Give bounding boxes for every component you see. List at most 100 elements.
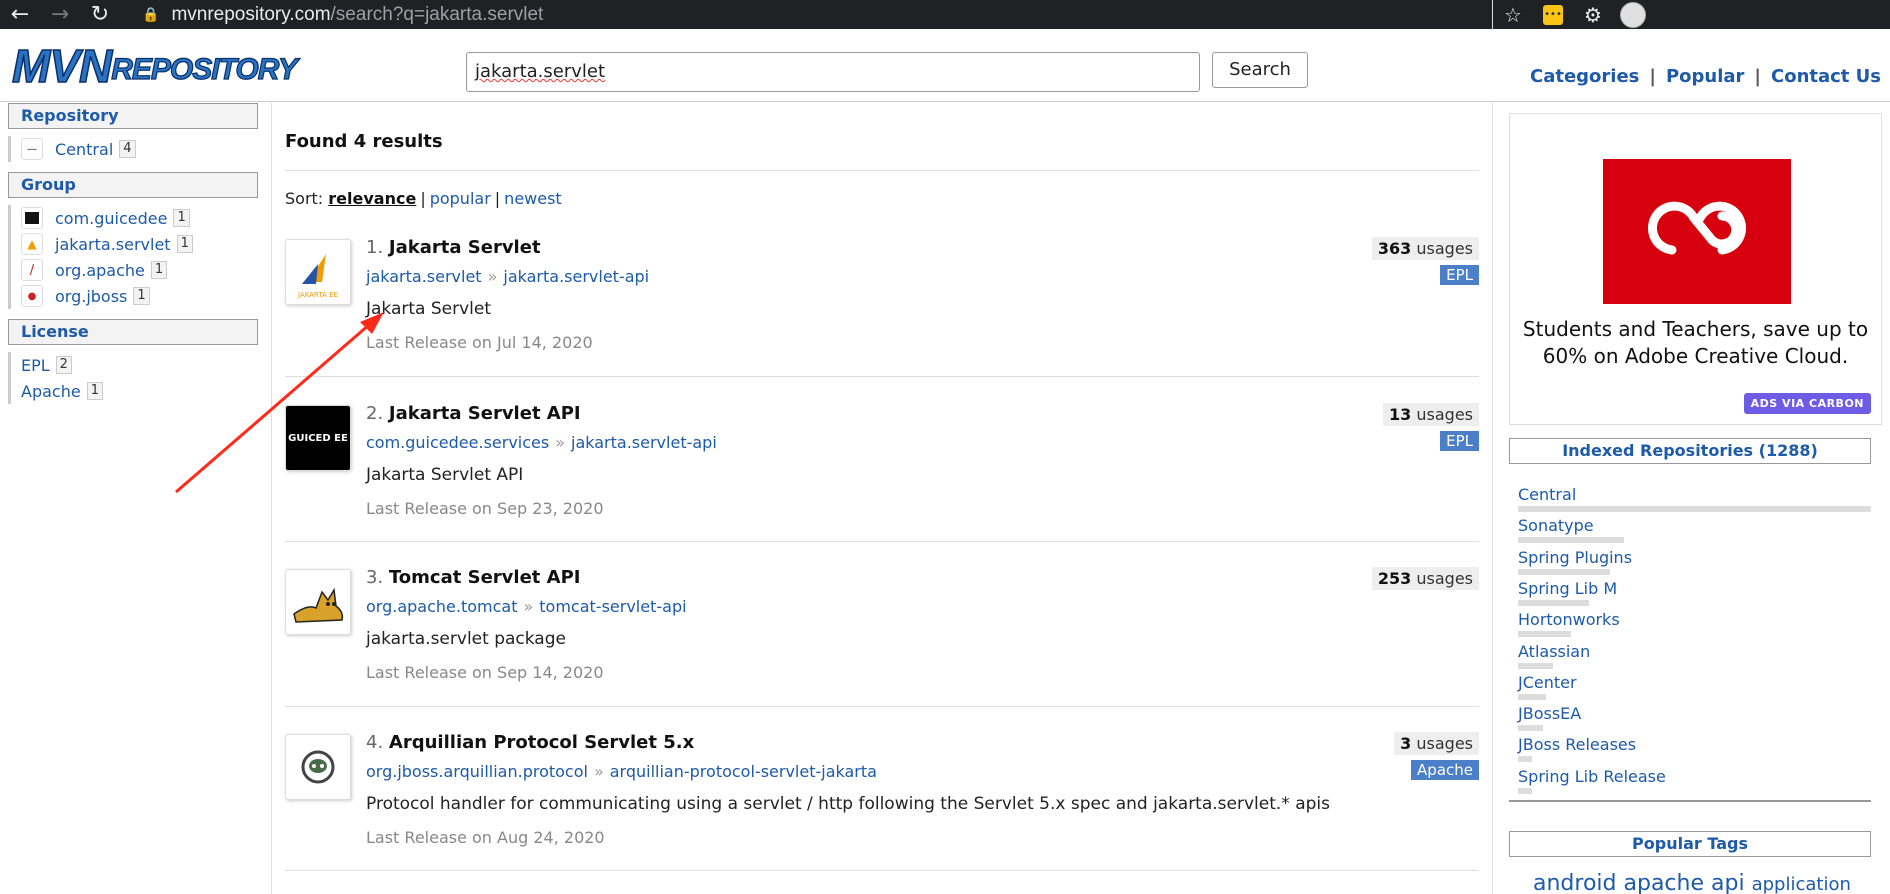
result-name: Tomcat Servlet API bbox=[388, 567, 581, 588]
facet-item-org-jboss[interactable]: ● org.jboss 1 bbox=[8, 283, 150, 309]
nav-sep: | bbox=[1754, 66, 1761, 87]
facet-label: com.guicedee bbox=[55, 208, 168, 228]
result-artifact-link[interactable]: tomcat-servlet-api bbox=[539, 597, 686, 616]
extension-yellow-icon[interactable]: ••• bbox=[1533, 0, 1573, 29]
result-name: Arquillian Protocol Servlet 5.x bbox=[388, 732, 695, 753]
search-results: Found 4 results Sort: relevance | popular |… bbox=[285, 103, 1480, 894]
repository-item: JBoss Releases bbox=[1518, 735, 1871, 763]
results-count-heading: Found 4 results bbox=[285, 131, 443, 152]
usages-badge[interactable]: 363 usages bbox=[1371, 237, 1479, 260]
search-button[interactable]: Search bbox=[1212, 52, 1308, 88]
license-badge: EPL bbox=[1440, 265, 1479, 285]
repository-size-bar bbox=[1518, 631, 1571, 638]
address-bar[interactable]: 🔒 mvnrepository.com/search?q=jakarta.ser… bbox=[142, 0, 543, 29]
divider bbox=[1509, 800, 1871, 802]
adobe-creative-cloud-logo bbox=[1603, 159, 1791, 304]
indexed-repositories-title[interactable]: Indexed Repositories (1288) bbox=[1509, 438, 1871, 464]
result-coordinates: org.jboss.arquillian.protocol » arquillian… bbox=[366, 762, 877, 781]
usages-badge[interactable]: 13 usages bbox=[1383, 403, 1479, 426]
result-artifact-link[interactable]: jakarta.servlet-api bbox=[571, 433, 717, 452]
puzzle-icon[interactable]: ⚙ bbox=[1573, 0, 1613, 29]
repository-link[interactable]: JBoss Releases bbox=[1518, 735, 1871, 755]
result-name: Jakarta Servlet API bbox=[388, 403, 581, 424]
result-release: Last Release on Sep 14, 2020 bbox=[366, 663, 604, 682]
jakarta-ee-logo[interactable]: JAKARTA EE bbox=[285, 239, 351, 305]
nav-popular[interactable]: Popular bbox=[1666, 66, 1744, 87]
guiced-ee-logo[interactable]: GUICED EE bbox=[285, 405, 351, 471]
result-description: Jakarta Servlet bbox=[366, 299, 492, 319]
repository-link[interactable]: Spring Lib Release bbox=[1518, 767, 1871, 787]
arquillian-logo[interactable] bbox=[285, 734, 351, 800]
result-number: 4. bbox=[366, 732, 384, 753]
tag-android[interactable]: android bbox=[1533, 871, 1617, 894]
result-group-link[interactable]: com.guicedee.services bbox=[366, 433, 549, 452]
carbon-ad[interactable]: Students and Teachers, save up to 60% on… bbox=[1509, 113, 1882, 425]
facet-item-apache[interactable]: Apache 1 bbox=[8, 378, 103, 404]
usages-badge[interactable]: 3 usages bbox=[1394, 732, 1479, 755]
repository-link[interactable]: Atlassian bbox=[1518, 642, 1871, 662]
facet-label: EPL bbox=[21, 355, 50, 375]
guicedee-icon bbox=[21, 207, 43, 229]
arrow-sep: » bbox=[555, 433, 566, 452]
result-release: Last Release on Sep 23, 2020 bbox=[366, 499, 604, 518]
repository-size-bar bbox=[1518, 599, 1589, 606]
sort-popular[interactable]: popular bbox=[430, 189, 491, 208]
nav-categories[interactable]: Categories bbox=[1530, 66, 1639, 87]
result-title[interactable]: 2. Jakarta Servlet API bbox=[366, 403, 581, 424]
tag-application[interactable]: application bbox=[1752, 874, 1851, 894]
result-artifact-link[interactable]: jakarta.servlet-api bbox=[503, 267, 649, 286]
result-group-link[interactable]: org.jboss.arquillian.protocol bbox=[366, 762, 588, 781]
result-artifact-link[interactable]: arquillian-protocol-servlet-jakarta bbox=[610, 762, 877, 781]
result-release: Last Release on Aug 24, 2020 bbox=[366, 828, 605, 847]
tomcat-logo[interactable] bbox=[285, 569, 351, 635]
tag-api[interactable]: api bbox=[1711, 871, 1745, 894]
apache-feather-icon: / bbox=[21, 259, 43, 281]
facet-item-epl[interactable]: EPL 2 bbox=[8, 352, 72, 378]
divider bbox=[285, 170, 1479, 171]
facet-item-org-apache[interactable]: / org.apache 1 bbox=[8, 257, 168, 283]
sort-label: Sort: bbox=[285, 189, 324, 208]
url-path: /search?q=jakarta.servlet bbox=[330, 3, 544, 25]
repository-link[interactable]: JBossEA bbox=[1518, 704, 1871, 724]
repository-item: Spring Lib Release bbox=[1518, 767, 1871, 794]
facet-count: 1 bbox=[86, 382, 103, 400]
search-input[interactable]: jakarta.servlet bbox=[466, 52, 1200, 92]
sort-newest[interactable]: newest bbox=[504, 189, 562, 208]
repository-link[interactable]: Spring Lib M bbox=[1518, 579, 1871, 599]
tag-apache[interactable]: apache bbox=[1624, 871, 1705, 894]
facet-item-jakarta-servlet[interactable]: ▲ jakarta.servlet 1 bbox=[8, 231, 193, 257]
nav-contact-us[interactable]: Contact Us bbox=[1771, 66, 1881, 87]
arrow-right-icon[interactable]: → bbox=[40, 0, 80, 29]
repository-link[interactable]: JCenter bbox=[1518, 673, 1871, 693]
result-title[interactable]: 1. Jakarta Servlet bbox=[366, 237, 541, 258]
facet-item-com-guicedee[interactable]: com.guicedee 1 bbox=[8, 205, 190, 231]
repository-link[interactable]: Central bbox=[1518, 485, 1871, 505]
usages-badge[interactable]: 253 usages bbox=[1371, 567, 1479, 590]
star-icon[interactable]: ☆ bbox=[1493, 0, 1533, 29]
mvnrepository-logo[interactable]: MVN REPOSITORY bbox=[11, 42, 298, 90]
arrow-left-icon[interactable]: ← bbox=[0, 0, 40, 29]
repository-link[interactable]: Hortonworks bbox=[1518, 610, 1871, 630]
repository-link[interactable]: Sonatype bbox=[1518, 516, 1871, 536]
facet-count: 4 bbox=[119, 140, 136, 158]
facet-count: 2 bbox=[55, 356, 72, 374]
facet-count: 1 bbox=[173, 209, 190, 227]
profile-avatar[interactable] bbox=[1613, 0, 1653, 29]
svg-text:JAKARTA EE: JAKARTA EE bbox=[297, 291, 338, 299]
repository-link[interactable]: Spring Plugins bbox=[1518, 548, 1871, 568]
result-group-link[interactable]: org.apache.tomcat bbox=[366, 597, 517, 616]
facet-label: org.jboss bbox=[55, 286, 128, 306]
result-title[interactable]: 3. Tomcat Servlet API bbox=[366, 567, 580, 588]
result-coordinates: com.guicedee.services » jakarta.servlet-ap… bbox=[366, 433, 717, 452]
facet-item-central[interactable]: — Central 4 bbox=[8, 136, 136, 162]
repository-size-bar bbox=[1518, 537, 1624, 544]
result-description: Jakarta Servlet API bbox=[366, 465, 524, 485]
usages-label: usages bbox=[1416, 405, 1473, 424]
reload-icon[interactable]: ↻ bbox=[80, 0, 120, 29]
license-badge: EPL bbox=[1440, 431, 1479, 451]
central-repo-icon: — bbox=[21, 138, 43, 160]
result-title[interactable]: 4. Arquillian Protocol Servlet 5.x bbox=[366, 732, 694, 753]
result-group-link[interactable]: jakarta.servlet bbox=[366, 267, 482, 286]
ads-via-carbon-badge[interactable]: ADS VIA CARBON bbox=[1743, 393, 1871, 414]
sort-relevance[interactable]: relevance bbox=[328, 189, 416, 208]
